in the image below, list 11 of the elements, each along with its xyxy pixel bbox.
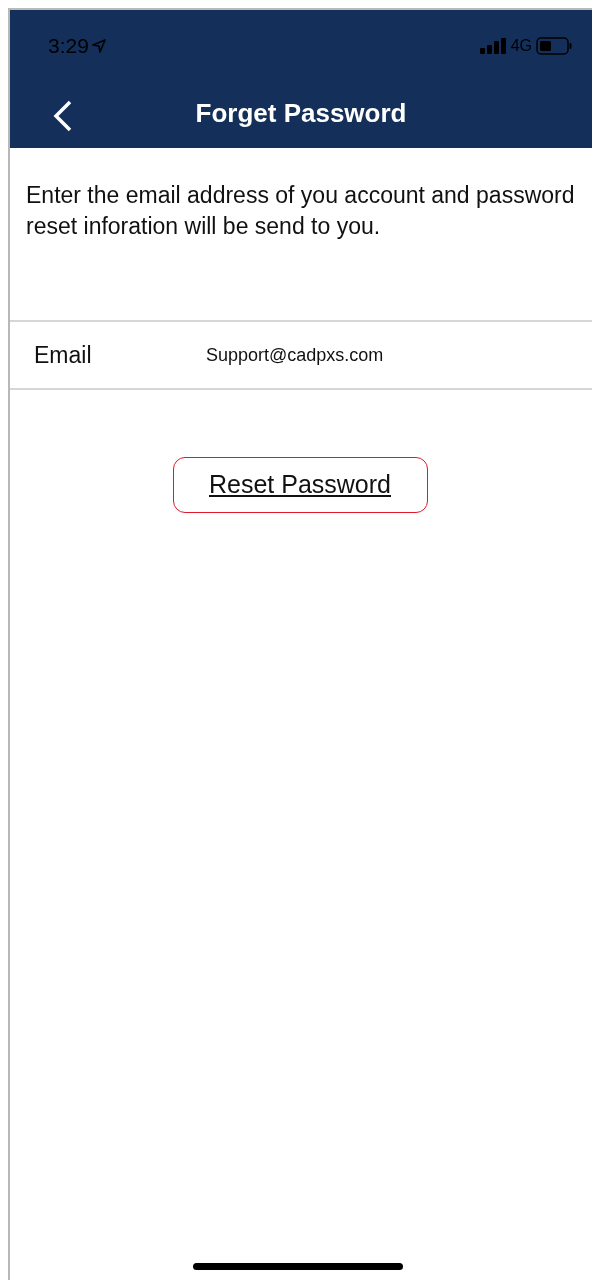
screen-title: Forget Password bbox=[195, 96, 407, 130]
battery-icon bbox=[536, 37, 572, 55]
status-time: 3:29 bbox=[48, 33, 89, 60]
network-label: 4G bbox=[510, 36, 532, 56]
instructions-text: Enter the email address of you account and password reset inforation will be send to you. bbox=[26, 181, 576, 241]
reset-password-button[interactable]: Reset Password bbox=[172, 457, 428, 513]
email-field[interactable]: Support@cadpxs.com bbox=[206, 341, 592, 369]
location-arrow-icon bbox=[91, 39, 106, 53]
back-chevron-icon bbox=[53, 100, 73, 132]
email-label: Email bbox=[33, 340, 93, 370]
signal-icon bbox=[479, 38, 507, 54]
